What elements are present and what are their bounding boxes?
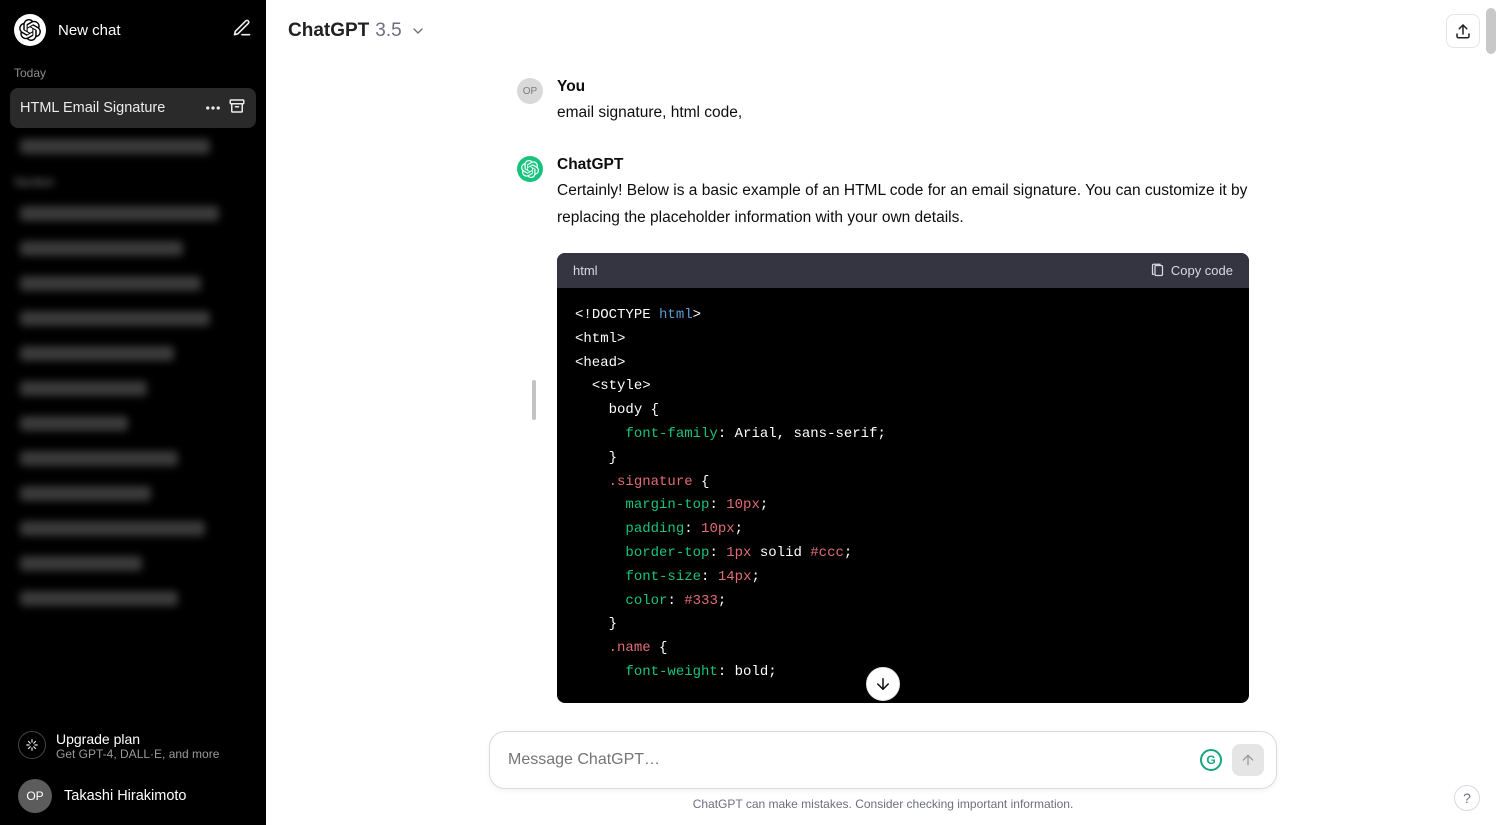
sidebar-footer: Upgrade plan Get GPT-4, DALL·E, and more… xyxy=(0,715,266,825)
chevron-down-icon xyxy=(410,23,426,39)
assistant-avatar xyxy=(517,156,543,182)
upload-icon xyxy=(1454,22,1472,40)
user-message: OP You email signature, html code, xyxy=(493,78,1273,126)
conversation: OP You email signature, html code, ChatG… xyxy=(266,58,1500,731)
new-chat-row[interactable]: New chat xyxy=(0,0,266,56)
sidebar: New chat Today HTML Email Signature Sect… xyxy=(0,0,266,825)
arrow-up-icon xyxy=(1240,752,1256,768)
code-body[interactable]: <!DOCTYPE html><html><head> <style> body… xyxy=(557,288,1249,703)
assistant-message: ChatGPT Certainly! Below is a basic exam… xyxy=(493,156,1273,702)
chat-archive-icon[interactable] xyxy=(228,97,246,119)
composer[interactable]: G xyxy=(489,731,1277,789)
message-input[interactable] xyxy=(508,751,1200,769)
blurred-section: Section xyxy=(0,165,266,615)
composer-area: G ChatGPT can make mistakes. Consider ch… xyxy=(266,731,1500,825)
upgrade-subtitle: Get GPT-4, DALL·E, and more xyxy=(56,747,219,761)
resize-handle[interactable] xyxy=(532,380,536,420)
share-button[interactable] xyxy=(1446,14,1480,48)
message-author: You xyxy=(557,78,1249,96)
blurred-chat-item xyxy=(10,130,256,163)
user-avatar: OP xyxy=(517,78,543,104)
profile-button[interactable]: OP Takashi Hirakimoto xyxy=(14,769,252,813)
model-name: ChatGPT xyxy=(288,20,369,42)
disclaimer-text: ChatGPT can make mistakes. Consider chec… xyxy=(266,789,1500,817)
upgrade-title: Upgrade plan xyxy=(56,731,219,747)
scroll-to-bottom-button[interactable] xyxy=(866,667,900,701)
clipboard-icon xyxy=(1150,263,1165,278)
section-today: Today xyxy=(0,56,266,86)
new-chat-label: New chat xyxy=(58,22,232,39)
copy-code-button[interactable]: Copy code xyxy=(1150,263,1233,278)
message-body: ChatGPT Certainly! Below is a basic exam… xyxy=(557,156,1249,702)
arrow-down-icon xyxy=(874,675,892,693)
send-button[interactable] xyxy=(1232,744,1264,776)
model-switcher[interactable]: ChatGPT 3.5 xyxy=(288,20,426,42)
compose-icon[interactable] xyxy=(232,18,252,43)
grammarly-badge-icon[interactable]: G xyxy=(1200,749,1222,771)
message-body: You email signature, html code, xyxy=(557,78,1249,126)
scrollbar-track[interactable] xyxy=(1484,4,1498,821)
chat-item-active[interactable]: HTML Email Signature xyxy=(10,88,256,128)
avatar: OP xyxy=(18,779,52,813)
message-text: Certainly! Below is a basic example of a… xyxy=(557,178,1249,231)
chat-more-icon[interactable] xyxy=(204,99,222,117)
code-block: html Copy code <!DOCTYPE html><html><hea… xyxy=(557,253,1249,703)
scrollbar-thumb[interactable] xyxy=(1486,8,1496,54)
code-language: html xyxy=(573,263,598,278)
main: ChatGPT 3.5 OP You email signature, html… xyxy=(266,0,1500,825)
openai-logo-icon xyxy=(14,14,46,46)
copy-code-label: Copy code xyxy=(1171,263,1233,278)
profile-name: Takashi Hirakimoto xyxy=(64,788,187,804)
upgrade-texts: Upgrade plan Get GPT-4, DALL·E, and more xyxy=(56,731,219,761)
upgrade-plan-button[interactable]: Upgrade plan Get GPT-4, DALL·E, and more xyxy=(14,723,252,769)
model-version: 3.5 xyxy=(375,20,401,42)
code-header: html Copy code xyxy=(557,253,1249,288)
chat-title: HTML Email Signature xyxy=(20,100,200,116)
message-text: email signature, html code, xyxy=(557,100,1249,126)
sparkle-icon xyxy=(18,731,46,759)
topbar: ChatGPT 3.5 xyxy=(266,0,1500,58)
help-button[interactable]: ? xyxy=(1454,785,1480,811)
chat-list: HTML Email Signature Section xyxy=(0,86,266,715)
message-author: ChatGPT xyxy=(557,156,1249,174)
